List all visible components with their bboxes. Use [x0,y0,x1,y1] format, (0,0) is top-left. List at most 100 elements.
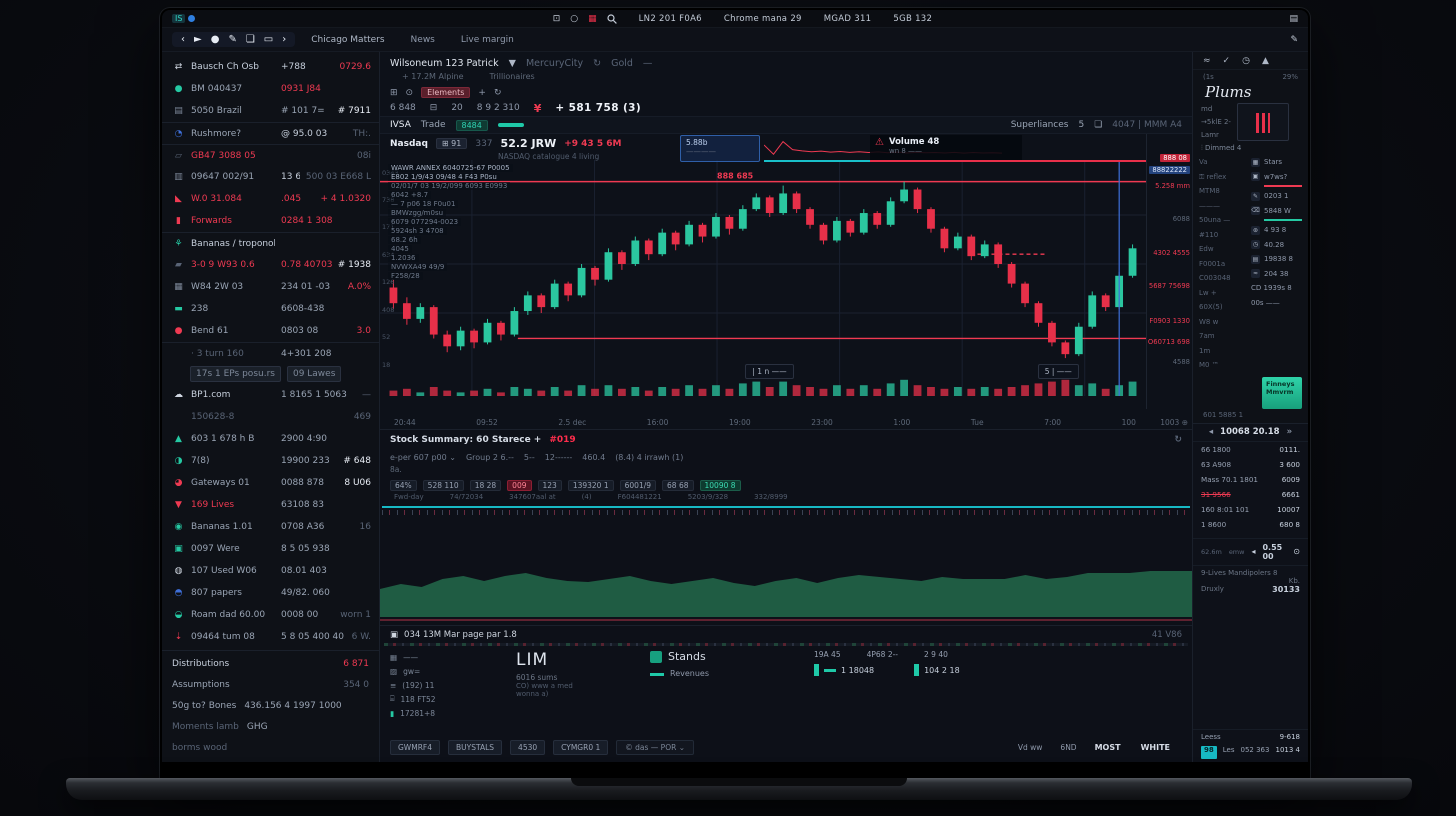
lawes-chip[interactable]: 09 Lawes [287,366,341,382]
stat-chip[interactable]: 68 68 [662,480,693,491]
stat-chip[interactable]: 64% [390,480,417,491]
trade-label[interactable]: Trade [421,120,446,130]
rcol-label[interactable]: 7am [1199,329,1243,344]
watchlist-row[interactable]: 150628-8469 [162,406,379,428]
layout-panel-icon[interactable]: ▤ [1290,14,1299,24]
rcol-label[interactable]: W8 w [1199,315,1243,330]
watchlist-row[interactable]: ▲603 1 678 h B2900 4:90 [162,428,379,450]
menu-item[interactable]: LN2 201 F0A6 [639,14,702,24]
watchlist-row[interactable]: ▱GB47 3088 0508i [162,144,379,166]
circle-icon[interactable]: ○ [570,14,578,24]
toolbar-button[interactable]: CYMGR0 1 [553,740,608,755]
watchlist-row[interactable]: ●Bend 610803 083.0 [162,320,379,342]
search-icon[interactable] [607,14,617,24]
time-axis-label[interactable]: 1:00 [893,418,910,427]
menu-item[interactable]: MGAD 311 [824,14,872,24]
refresh-icon[interactable]: ↻ [1174,435,1182,445]
watchlist-row[interactable]: ▼169 Lives63108 83 [162,494,379,516]
sun-icon[interactable]: ⊙ [406,88,414,98]
toolbar-button[interactable]: 4530 [510,740,545,755]
filter-item[interactable]: Group 2 6.-- [466,453,514,462]
watchlist-row[interactable]: ☁BP1.com1 8165 1 5063— [162,384,379,406]
watchlist-row[interactable]: ▰3-0 9 W93 0.60.78 40703 4.38# 1938 [162,254,379,276]
watchlist-row[interactable]: ●BM 0404370931 J84 [162,78,379,100]
rcol-item[interactable]: ▦Stars [1251,155,1302,170]
tab-news[interactable]: News [411,35,435,45]
rcol-label[interactable]: ⚿ reflex MTM8 [1199,170,1243,199]
price-axis-label[interactable]: F0903 1330 [1149,317,1190,325]
watchlist-row[interactable]: ◣W.0 31.084.045+ 4 1.0320 [162,188,379,210]
menu-item[interactable]: 5GB 132 [893,14,932,24]
rcol-item[interactable]: ▤19838 8 [1251,252,1302,267]
filter-item[interactable]: e-per 607 p00 ⌄ [390,453,456,462]
symbol-search-input[interactable]: 17s 1 EPs posu.rs [190,366,281,382]
price-axis[interactable]: 888 08888222225.258 mm60884302 45555687 … [1146,134,1192,409]
rcol-label[interactable]: 60X(5) [1199,300,1243,315]
more-label[interactable]: — [643,58,653,69]
rect-tool-icon[interactable]: ▭ [264,34,273,45]
chart-floating-toolbox[interactable]: 5 | —— [1038,364,1079,379]
time-axis-label[interactable]: Tue [971,418,984,427]
rcol-item[interactable]: 00s —— [1251,296,1302,311]
elements-chip[interactable]: Elements [421,87,470,98]
add-icon[interactable]: + [478,88,486,98]
rcol-label[interactable]: 1m [1199,344,1243,359]
chart-canvas[interactable]: Nasdaq ⊞ 91 337 52.2 JRW +9 43 5 6M NASD… [380,134,1192,429]
rcol-item[interactable]: ⊛4 93 8 [1251,223,1302,238]
depth-chart[interactable] [380,515,1192,625]
time-axis-label[interactable]: 2.5 dec [558,418,586,427]
rcol-label[interactable]: Lw + [1199,286,1243,301]
dot-icon[interactable]: ● [211,34,220,45]
rcol-label[interactable]: ——— [1199,199,1243,214]
stat-chip[interactable]: 009 [507,480,531,491]
size-value[interactable]: 0.55 00 [1262,543,1286,561]
mini-list-row[interactable]: ▨gw= [390,664,502,678]
pencil-icon[interactable]: ✎ [228,34,236,45]
frame-icon[interactable]: ❏ [1094,120,1102,130]
time-axis-label[interactable]: 19:00 [729,418,751,427]
rcol-item[interactable]: ▣w7ws? [1251,170,1302,185]
price-axis-label[interactable]: 4588 [1173,358,1190,366]
rcol-label[interactable]: Edw [1199,242,1243,257]
grid-view-icon[interactable]: ⊞ [390,88,398,98]
next-icon[interactable]: » [1287,427,1293,437]
watchlist-row[interactable]: ◉Bananas 1.010708 A3616 [162,516,379,538]
time-axis-label[interactable]: 09:52 [476,418,498,427]
rcol-label[interactable]: 50una — [1199,213,1243,228]
price-axis-label[interactable]: 5687 75698 [1149,282,1190,290]
summary-subtab[interactable]: 8a. [380,465,1192,477]
chart-thumbnail[interactable] [1237,103,1289,141]
mountain-icon[interactable]: ▲ [1262,56,1269,66]
primary-action-button[interactable]: Finneys Mmvrm [1262,377,1302,409]
filter-item[interactable]: 460.4 [582,453,605,462]
price-axis-label[interactable]: 4302 4555 [1153,249,1190,257]
rcol-label[interactable]: Va [1199,155,1243,170]
wave-icon[interactable]: ≈ [1203,56,1211,66]
time-axis-label[interactable]: 16:00 [647,418,669,427]
watchlist-row[interactable]: ◍107 Used W0608.01 403 [162,560,379,582]
rcol-item[interactable]: ✎0203 1 [1251,189,1302,204]
prev-icon[interactable]: ◂ [1251,547,1255,556]
mini-list-row[interactable]: ⌸118 FT52 [390,692,502,706]
toolbar-button[interactable]: BUYSTALS [448,740,502,755]
feed-label[interactable]: MercuryCity [526,58,583,69]
axis-corner[interactable]: 1003 ⊕ [1160,418,1188,427]
white-button[interactable]: WHITE [1141,743,1170,752]
watchlist-row[interactable]: ▮Forwards0284 1 308 [162,210,379,232]
grid-icon[interactable]: ▦ [588,14,597,24]
watchlist-row[interactable]: ⚘Bananas / troponols [162,232,379,254]
rcol-item[interactable]: ≈204 38 [1251,267,1302,282]
stat-chip[interactable]: 123 [538,480,562,491]
order-row[interactable]: 66 18000111. [1201,445,1300,460]
rcol-label[interactable]: #110 [1199,228,1243,243]
watchlist-row[interactable]: ▬2386608-438 [162,298,379,320]
back-icon[interactable]: ‹ [181,34,185,45]
chevron-down-icon[interactable]: ▼ [509,58,516,69]
watchlist-row[interactable]: ▦W84 2W 03234 01 -03A.0% [162,276,379,298]
rcol-label[interactable]: C003048 [1199,271,1243,286]
price-axis-label[interactable]: 888 08 [1160,154,1190,162]
prev-icon[interactable]: ◂ [1209,427,1213,437]
tab-live-margin[interactable]: Live margin [461,35,514,45]
watchlist-row[interactable]: ◑7(8)19900 233# 648 [162,450,379,472]
rcol-item[interactable]: ◷40.28 [1251,238,1302,253]
